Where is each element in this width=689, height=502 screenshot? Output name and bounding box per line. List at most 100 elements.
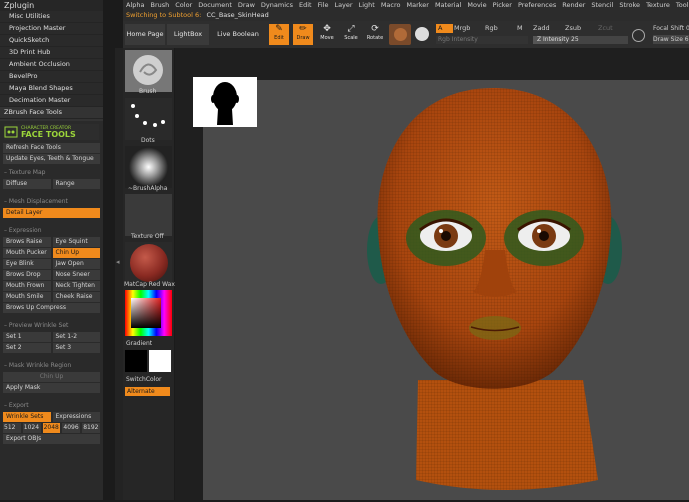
brows-drop-button[interactable]: Brows Drop	[3, 270, 51, 280]
a-toggle[interactable]: A	[436, 24, 453, 33]
preview-wrinkle-section[interactable]: – Preview Wrinkle Set	[0, 321, 103, 331]
set-1-button[interactable]: Set 1	[3, 332, 51, 342]
menu-layer[interactable]: Layer	[334, 1, 352, 9]
edit-button[interactable]: ✎ Edit	[269, 24, 289, 45]
menu-file[interactable]: File	[318, 1, 329, 9]
zplugin-menu-item-projection-master[interactable]: Projection Master	[0, 23, 103, 35]
menu-texture[interactable]: Texture	[646, 1, 670, 9]
cheek-raise-button[interactable]: Cheek Raise	[52, 292, 100, 302]
eye-squint-button[interactable]: Eye Squint	[52, 237, 100, 247]
menu-tool[interactable]: Tool	[676, 1, 689, 9]
export-size-8192-button[interactable]: 8192	[82, 423, 100, 433]
mouth-smile-button[interactable]: Mouth Smile	[3, 292, 51, 302]
mrgb-toggle[interactable]: Mrgb	[454, 24, 482, 33]
brush-stroke-icon[interactable]	[632, 29, 645, 42]
nose-sneer-button[interactable]: Nose Sneer	[52, 270, 100, 280]
menu-dynamics[interactable]: Dynamics	[261, 1, 293, 9]
brush-alpha-thumbnail[interactable]	[125, 146, 172, 188]
wrinkle-sets-button[interactable]: Wrinkle Sets	[3, 412, 51, 422]
export-section[interactable]: – Export	[0, 401, 103, 411]
apply-mask-button[interactable]: Apply Mask	[3, 383, 100, 393]
texture-thumbnail[interactable]	[125, 194, 172, 236]
secondary-color-swatch[interactable]	[149, 350, 171, 372]
menu-picker[interactable]: Picker	[493, 1, 512, 9]
draw-size-slider[interactable]: Draw Size 6	[653, 35, 689, 44]
menu-edit[interactable]: Edit	[299, 1, 312, 9]
zplugin-menu-item-decimation-master[interactable]: Decimation Master	[0, 95, 103, 107]
focal-shift-slider[interactable]: Focal Shift 0	[653, 24, 689, 33]
menu-brush[interactable]: Brush	[150, 1, 169, 9]
zplugin-menu-item-misc-utilities[interactable]: Misc Utilities	[0, 11, 103, 23]
menu-light[interactable]: Light	[359, 1, 375, 9]
zplugin-header[interactable]: Zplugin	[0, 0, 103, 11]
scale-button[interactable]: ⤢ Scale	[341, 24, 361, 45]
zcut-toggle[interactable]: Zcut	[598, 24, 622, 33]
expressions-button[interactable]: Expressions	[52, 412, 100, 422]
switch-color-swatches[interactable]	[125, 350, 172, 372]
menu-document[interactable]: Document	[198, 1, 232, 9]
menu-alpha[interactable]: Alpha	[126, 1, 144, 9]
dots-thumbnail[interactable]	[125, 98, 172, 140]
menu-stroke[interactable]: Stroke	[619, 1, 640, 9]
color-sphere-icon[interactable]	[415, 27, 429, 41]
rgb-intensity-slider[interactable]: Rgb Intensity	[436, 36, 528, 44]
zplugin-menu-item-bevelpro[interactable]: BevelPro	[0, 71, 103, 83]
alternate-button[interactable]: Alternate	[125, 387, 170, 396]
draw-button[interactable]: ✏ Draw	[293, 24, 313, 45]
move-button[interactable]: ✥ Move	[317, 24, 337, 45]
menu-macro[interactable]: Macro	[381, 1, 401, 9]
mask-wrinkle-section[interactable]: – Mask Wrinkle Region	[0, 361, 103, 371]
menu-draw[interactable]: Draw	[238, 1, 255, 9]
zplugin-menu-item-ambient-occlusion[interactable]: Ambient Occlusion	[0, 59, 103, 71]
head-model[interactable]	[203, 80, 689, 500]
range-button[interactable]: Range	[52, 179, 100, 189]
set-1-2-button[interactable]: Set 1-2	[52, 332, 100, 342]
menu-stencil[interactable]: Stencil	[591, 1, 613, 9]
export-objs-button[interactable]: Export OBJs	[3, 434, 100, 444]
neck-tighten-button[interactable]: Neck Tighten	[52, 281, 100, 291]
color-picker[interactable]	[125, 290, 172, 336]
detail-layer-button[interactable]: Detail Layer	[3, 208, 100, 218]
menu-movie[interactable]: Movie	[467, 1, 486, 9]
document-canvas[interactable]	[203, 80, 689, 500]
menu-preferences[interactable]: Preferences	[518, 1, 556, 9]
set-2-button[interactable]: Set 2	[3, 343, 51, 353]
export-size-2048-button[interactable]: 2048	[42, 423, 61, 433]
chin-up-mask-button[interactable]: Chin Up	[3, 372, 100, 382]
menu-color[interactable]: Color	[175, 1, 192, 9]
diffuse-button[interactable]: Diffuse	[3, 179, 51, 189]
brows-raise-button[interactable]: Brows Raise	[3, 237, 51, 247]
zplugin-menu-item-zbrush-face-tools[interactable]: ZBrush Face Tools	[0, 107, 103, 119]
texture-map-section[interactable]: – Texture Map	[0, 168, 103, 178]
rgb-toggle[interactable]: Rgb	[485, 24, 515, 33]
eye-blink-button[interactable]: Eye Blink	[3, 259, 51, 269]
zadd-toggle[interactable]: Zadd	[533, 24, 561, 33]
jaw-open-button[interactable]: Jaw Open	[52, 259, 100, 269]
live-boolean-button[interactable]: Live Boolean	[211, 24, 265, 45]
m-toggle[interactable]: M	[517, 24, 527, 33]
export-size-512-button[interactable]: 512	[3, 423, 21, 433]
menu-material[interactable]: Material	[435, 1, 461, 9]
left-tray-divider[interactable]: ◂	[115, 48, 123, 500]
zplugin-menu-item-3d-print-hub[interactable]: 3D Print Hub	[0, 47, 103, 59]
material-thumbnail[interactable]	[125, 242, 172, 284]
update-eyes-button[interactable]: Update Eyes, Teeth & Tongue	[3, 154, 100, 164]
brows-up-compress-button[interactable]: Brows Up Compress	[3, 303, 100, 313]
brush-thumbnail[interactable]	[125, 50, 172, 92]
rotate-button[interactable]: ⟳ Rotate	[365, 24, 385, 45]
chin-up-button[interactable]: Chin Up	[52, 248, 100, 258]
export-size-4096-button[interactable]: 4096	[62, 423, 81, 433]
color-picker-square[interactable]	[131, 298, 161, 328]
mesh-displacement-section[interactable]: – Mesh Displacement	[0, 197, 103, 207]
primary-color-swatch[interactable]	[125, 350, 147, 372]
material-swatch[interactable]	[389, 24, 411, 45]
mouth-pucker-button[interactable]: Mouth Pucker	[3, 248, 51, 258]
export-size-1024-button[interactable]: 1024	[22, 423, 41, 433]
navigation-thumbnail[interactable]	[193, 77, 257, 127]
zplugin-menu-item-quicksketch[interactable]: QuickSketch	[0, 35, 103, 47]
home-page-button[interactable]: Home Page	[125, 24, 165, 45]
menu-render[interactable]: Render	[562, 1, 585, 9]
lightbox-button[interactable]: LightBox	[167, 24, 209, 45]
mouth-frown-button[interactable]: Mouth Frown	[3, 281, 51, 291]
zplugin-menu-item-maya-blend-shapes[interactable]: Maya Blend Shapes	[0, 83, 103, 95]
